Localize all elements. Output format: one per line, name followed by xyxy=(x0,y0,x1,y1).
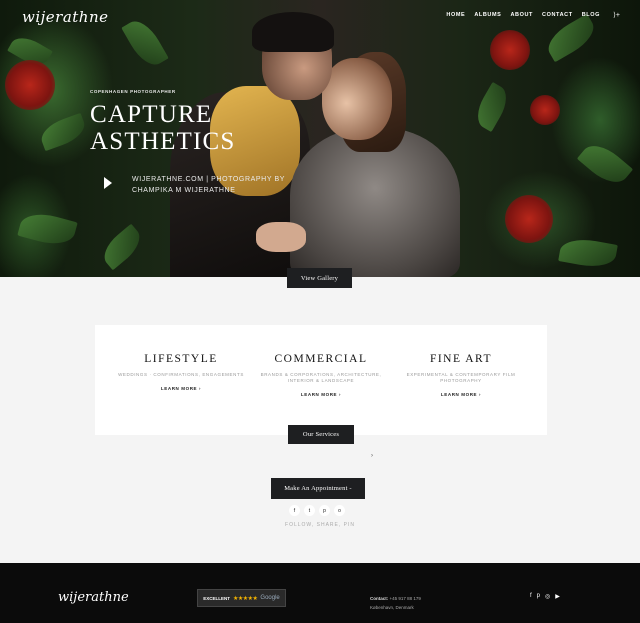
google-rating-badge[interactable]: EXCELLENT ★★★★★ Google xyxy=(197,589,286,607)
twitter-icon[interactable]: t xyxy=(304,505,315,516)
instagram-icon[interactable]: ◎ xyxy=(545,593,550,600)
facebook-icon[interactable]: f xyxy=(530,593,532,600)
our-services-button[interactable]: Our Services xyxy=(288,425,354,444)
hero-kicker: COPENHAGEN PHOTOGRAPHER xyxy=(90,89,176,94)
star-rating-icon: ★★★★★ xyxy=(233,595,258,602)
play-icon[interactable] xyxy=(104,177,112,189)
nav-blog[interactable]: BLOG xyxy=(582,12,600,18)
rose-decoration xyxy=(490,30,530,70)
youtube-icon[interactable]: ▶ xyxy=(555,593,560,600)
leaf-decoration xyxy=(121,14,169,72)
scroll-marker: › xyxy=(371,453,373,459)
google-icon: Google xyxy=(260,595,280,601)
pinterest-icon[interactable]: p xyxy=(319,505,330,516)
footer-logo[interactable]: wijerathne xyxy=(58,590,129,605)
rating-label: EXCELLENT xyxy=(203,595,230,601)
view-gallery-button[interactable]: View Gallery xyxy=(287,268,352,288)
rose-decoration xyxy=(530,95,560,125)
hero-title: CAPTURE ASTHETICS xyxy=(90,101,236,155)
learn-more-link[interactable]: LEARN MORE › xyxy=(256,392,386,397)
nav-albums[interactable]: ALBUMS xyxy=(474,12,501,18)
contact-city: København, Denmark xyxy=(370,605,414,610)
nav-about[interactable]: ABOUT xyxy=(510,12,533,18)
main-nav: HOME ALBUMS ABOUT CONTACT BLOG xyxy=(446,12,600,18)
nav-home[interactable]: HOME xyxy=(446,12,465,18)
service-description: BRANDS & CORPORATIONS, ARCHITECTURE, INT… xyxy=(260,372,382,383)
service-title: LIFESTYLE xyxy=(144,353,218,365)
service-description: EXPERIMENTAL & CONTEMPORARY FILM PHOTOGR… xyxy=(406,372,516,383)
pinterest-icon[interactable]: p xyxy=(537,593,540,600)
service-title: COMMERCIAL xyxy=(274,353,368,365)
leaf-decoration xyxy=(558,235,618,271)
leaf-decoration xyxy=(37,112,89,152)
hero-title-line2: ASTHETICS xyxy=(90,128,236,155)
learn-more-link[interactable]: LEARN MORE › xyxy=(116,386,246,391)
learn-more-link[interactable]: LEARN MORE › xyxy=(396,392,526,397)
site-logo[interactable]: wijerathne xyxy=(22,8,109,26)
hero-title-line1: CAPTURE xyxy=(90,101,213,128)
footer-contact: Contact: +45 917 88 179 København, Denma… xyxy=(370,594,421,612)
make-appointment-button[interactable]: Make An Appointment - xyxy=(271,478,365,499)
footer-social-icons: f p ◎ ▶ xyxy=(530,593,560,600)
follow-share-pin-text: FOLLOW, SHARE, PIN xyxy=(285,522,355,528)
hero-credit: WIJERATHNE.COM | PHOTOGRAPHY BY CHAMPIKA… xyxy=(132,176,285,194)
social-share-icons: f t p o xyxy=(289,505,345,516)
leaf-decoration xyxy=(97,223,147,271)
leaf-decoration xyxy=(17,208,78,250)
contact-label: Contact: xyxy=(370,596,389,601)
service-description: WEDDINGS · CONFIRMATIONS, ENGAGEMENTS xyxy=(118,372,244,377)
footer: wijerathne EXCELLENT ★★★★★ Google Contac… xyxy=(0,563,640,623)
rose-decoration xyxy=(5,60,55,110)
service-lifestyle: LIFESTYLE WEDDINGS · CONFIRMATIONS, ENGA… xyxy=(116,353,246,391)
login-icon[interactable]: ⟩+ xyxy=(613,11,620,19)
rose-decoration xyxy=(505,195,553,243)
leaf-decoration xyxy=(470,81,514,133)
leaf-decoration xyxy=(541,13,601,63)
contact-phone[interactable]: +45 917 88 179 xyxy=(390,596,421,601)
services-panel: LIFESTYLE WEDDINGS · CONFIRMATIONS, ENGA… xyxy=(95,325,547,435)
hero-banner: wijerathne HOME ALBUMS ABOUT CONTACT BLO… xyxy=(0,0,640,277)
facebook-icon[interactable]: f xyxy=(289,505,300,516)
service-title: FINE ART xyxy=(429,353,493,365)
instagram-icon[interactable]: o xyxy=(334,505,345,516)
service-commercial: COMMERCIAL BRANDS & CORPORATIONS, ARCHIT… xyxy=(256,353,386,397)
service-fine-art: FINE ART EXPERIMENTAL & CONTEMPORARY FIL… xyxy=(396,353,526,397)
leaf-decoration xyxy=(576,137,634,191)
nav-contact[interactable]: CONTACT xyxy=(542,12,573,18)
